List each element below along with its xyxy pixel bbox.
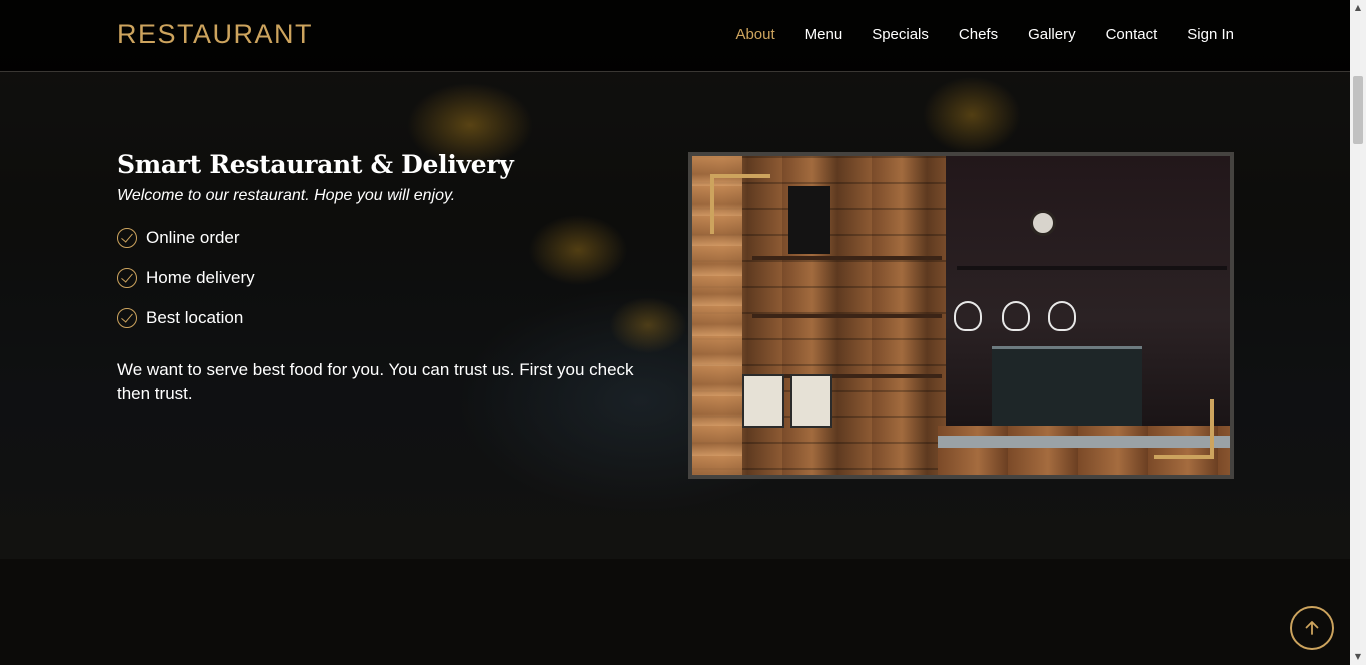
nav-link-menu[interactable]: Menu — [805, 26, 843, 43]
scroll-up-arrow-icon[interactable]: ▲ — [1350, 0, 1366, 16]
site-header: RESTAURANT About Menu Specials Chefs Gal… — [0, 0, 1350, 72]
check-circle-icon — [117, 228, 137, 248]
about-subtitle: Welcome to our restaurant. Hope you will… — [117, 187, 456, 204]
frame-corner — [710, 174, 770, 234]
coffee-machine — [992, 346, 1142, 426]
about-title: Smart Restaurant & Delivery — [117, 150, 514, 179]
frame-corner — [1154, 399, 1214, 459]
restaurant-photo — [688, 152, 1234, 479]
back-to-top-button[interactable] — [1290, 606, 1334, 650]
nav-link-sign-in[interactable]: Sign In — [1187, 26, 1234, 43]
feature-label: Best location — [146, 308, 244, 327]
feature-item: Home delivery — [117, 258, 637, 298]
feature-list: Online order Home delivery Best location — [117, 218, 637, 338]
page-scrollbar[interactable]: ▲ ▼ — [1350, 0, 1366, 665]
next-section — [0, 559, 1350, 665]
check-circle-icon — [117, 268, 137, 288]
arrow-up-icon — [1305, 621, 1319, 635]
nav-link-specials[interactable]: Specials — [872, 26, 929, 43]
feature-label: Home delivery — [146, 268, 255, 287]
nav-link-about[interactable]: About — [735, 26, 774, 43]
feature-item: Best location — [117, 298, 637, 338]
nav-link-contact[interactable]: Contact — [1106, 26, 1158, 43]
check-circle-icon — [117, 308, 137, 328]
scroll-down-arrow-icon[interactable]: ▼ — [1350, 649, 1366, 665]
scroll-thumb[interactable] — [1353, 76, 1363, 144]
about-section: Smart Restaurant & Delivery Welcome to o… — [117, 150, 637, 406]
feature-label: Online order — [146, 228, 240, 247]
main-nav: About Menu Specials Chefs Gallery Contac… — [705, 26, 1234, 43]
feature-item: Online order — [117, 218, 637, 258]
about-description: We want to serve best food for you. You … — [117, 360, 634, 403]
site-logo[interactable]: RESTAURANT — [117, 19, 313, 50]
flower-poster — [788, 186, 830, 254]
nav-link-gallery[interactable]: Gallery — [1028, 26, 1076, 43]
nav-link-chefs[interactable]: Chefs — [959, 26, 998, 43]
wall-clock — [1030, 210, 1056, 236]
